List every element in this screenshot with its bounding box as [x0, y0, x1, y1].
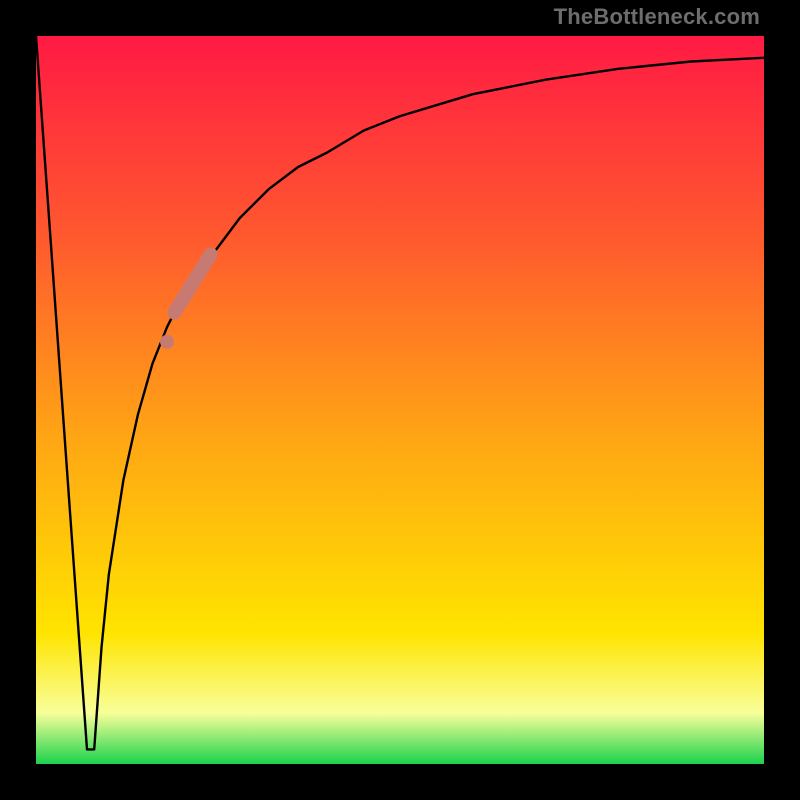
curve-layer [36, 36, 764, 764]
plot-area [36, 36, 764, 764]
highlight-segment-upper [174, 254, 210, 312]
watermark-text: TheBottleneck.com [554, 4, 760, 30]
chart-frame: TheBottleneck.com [0, 0, 800, 800]
bottleneck-curve [36, 36, 764, 749]
highlight-dot-lower [160, 335, 174, 349]
